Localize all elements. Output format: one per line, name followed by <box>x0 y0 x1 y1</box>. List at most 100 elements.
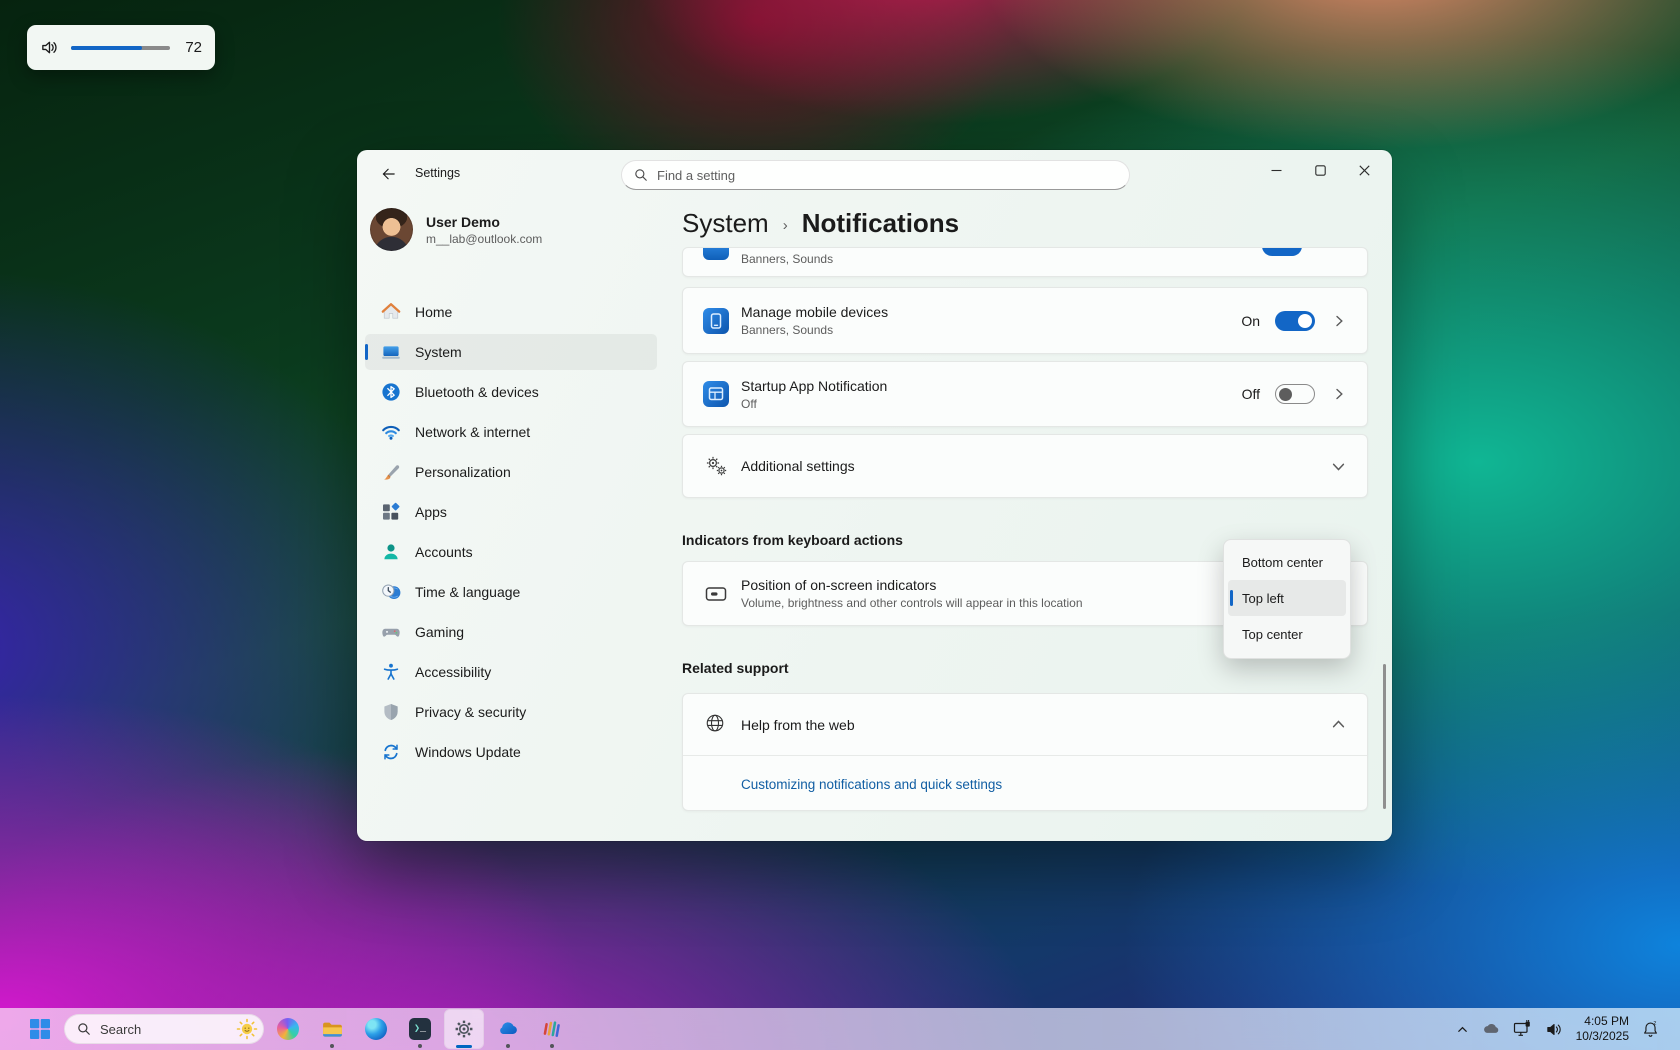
personalization-brush-icon <box>381 462 401 482</box>
privacy-shield-icon <box>381 702 401 722</box>
taskbar-app-file-explorer[interactable] <box>312 1009 352 1049</box>
sidebar-item-accessibility[interactable]: Accessibility <box>365 654 657 690</box>
sidebar-item-gaming[interactable]: Gaming <box>365 614 657 650</box>
sidebar-item-label: Time & language <box>415 584 520 600</box>
sidebar-item-label: Apps <box>415 504 447 520</box>
find-setting-placeholder: Find a setting <box>657 168 735 183</box>
startup-app-toggle[interactable] <box>1275 384 1315 404</box>
chevron-right-icon[interactable] <box>1333 388 1345 400</box>
dropdown-option-top-left[interactable]: Top left <box>1228 580 1346 616</box>
settings-window: Settings Find a setting U <box>357 150 1392 841</box>
accounts-person-icon <box>381 542 401 562</box>
close-button[interactable] <box>1342 150 1386 190</box>
taskbar-app-onedrive[interactable] <box>488 1009 528 1049</box>
windows-logo-icon <box>29 1018 51 1040</box>
windows-update-icon <box>381 742 401 762</box>
onedrive-cloud-icon <box>496 1017 520 1041</box>
manage-mobile-toggle[interactable] <box>1275 311 1315 331</box>
minimize-button[interactable] <box>1254 150 1298 190</box>
sidebar-nav: Home System Bluetooth & devices Network … <box>365 294 657 770</box>
tray-onedrive-paused-icon[interactable] <box>1481 1019 1501 1039</box>
section-header-indicators: Indicators from keyboard actions <box>682 532 903 548</box>
tray-notification-bell-icon[interactable]: z <box>1641 1020 1660 1039</box>
breadcrumb-separator-icon: › <box>783 213 788 234</box>
sidebar-item-time-language[interactable]: Time & language <box>365 574 657 610</box>
sidebar-item-system[interactable]: System <box>365 334 657 370</box>
divider <box>683 755 1367 756</box>
taskbar-app-insider[interactable] <box>532 1009 572 1049</box>
chevron-right-icon[interactable] <box>1333 315 1345 327</box>
tray-time: 4:05 PM <box>1576 1014 1629 1029</box>
sidebar-item-label: Windows Update <box>415 744 521 760</box>
row-title: Additional settings <box>741 458 1332 474</box>
manage-mobile-devices-row[interactable]: Manage mobile devices Banners, Sounds On <box>682 287 1368 354</box>
tray-clock[interactable]: 4:05 PM 10/3/2025 <box>1576 1014 1629 1044</box>
weather-sun-icon <box>236 1018 258 1040</box>
sidebar-item-bluetooth-devices[interactable]: Bluetooth & devices <box>365 374 657 410</box>
dropdown-option-top-center[interactable]: Top center <box>1228 616 1346 652</box>
system-icon <box>381 342 401 362</box>
sidebar-item-label: Gaming <box>415 624 464 640</box>
startup-app-notification-row[interactable]: Startup App Notification Off Off <box>682 361 1368 427</box>
time-language-icon <box>381 582 401 602</box>
find-setting-searchbox[interactable]: Find a setting <box>621 160 1130 190</box>
sidebar-item-privacy-security[interactable]: Privacy & security <box>365 694 657 730</box>
notification-row-partial[interactable]: Banners, Sounds <box>682 247 1368 277</box>
sidebar-item-windows-update[interactable]: Windows Update <box>365 734 657 770</box>
dropdown-option-bottom-center[interactable]: Bottom center <box>1228 544 1346 580</box>
system-tray: 4:05 PM 10/3/2025 z <box>1456 1008 1680 1050</box>
scrollbar-thumb[interactable] <box>1383 664 1386 809</box>
chevron-down-icon[interactable] <box>1332 460 1345 473</box>
accessibility-person-icon <box>381 662 401 682</box>
tray-chevron-up-icon[interactable] <box>1456 1023 1469 1036</box>
sidebar-item-apps[interactable]: Apps <box>365 494 657 530</box>
volume-slider[interactable] <box>71 46 170 50</box>
apps-icon <box>381 502 401 522</box>
volume-slider-fill <box>71 46 142 50</box>
volume-value: 72 <box>182 39 202 56</box>
tray-speaker-icon[interactable] <box>1545 1020 1564 1039</box>
sidebar-item-accounts[interactable]: Accounts <box>365 534 657 570</box>
file-explorer-icon <box>321 1018 344 1041</box>
breadcrumb-parent[interactable]: System <box>682 208 769 239</box>
titlebar[interactable]: Settings Find a setting <box>357 150 1392 196</box>
gaming-gamepad-icon <box>381 622 401 642</box>
start-button[interactable] <box>22 1011 58 1047</box>
startup-app-icon <box>703 381 729 407</box>
app-icon <box>703 247 729 260</box>
maximize-button[interactable] <box>1298 150 1342 190</box>
sidebar-item-personalization[interactable]: Personalization <box>365 454 657 490</box>
row-title: Startup App Notification <box>741 378 1242 394</box>
insider-stripes-icon <box>541 1018 563 1040</box>
sidebar-item-label: Privacy & security <box>415 704 526 720</box>
settings-sidebar: User Demo m__lab@outlook.com Home System <box>365 196 657 841</box>
help-from-web-card: Help from the web Customizing notificati… <box>682 693 1368 811</box>
help-link[interactable]: Customizing notifications and quick sett… <box>741 777 1002 792</box>
taskbar-search-box[interactable]: Search <box>64 1014 264 1044</box>
toggle-partial[interactable] <box>1262 247 1302 256</box>
account-card[interactable]: User Demo m__lab@outlook.com <box>370 208 542 251</box>
back-button[interactable] <box>373 160 403 188</box>
taskbar-app-copilot[interactable] <box>268 1009 308 1049</box>
row-title: Manage mobile devices <box>741 304 1241 320</box>
chevron-up-icon[interactable] <box>1332 718 1345 731</box>
avatar <box>370 208 413 251</box>
breadcrumb: System › Notifications <box>682 208 959 239</box>
additional-settings-expander[interactable]: Additional settings <box>682 434 1368 498</box>
bluetooth-icon <box>381 382 401 402</box>
page-title: Notifications <box>802 208 959 239</box>
taskbar-app-edge[interactable] <box>356 1009 396 1049</box>
help-from-web-expander[interactable]: Help from the web <box>683 694 1367 755</box>
sidebar-item-network-internet[interactable]: Network & internet <box>365 414 657 450</box>
taskbar-app-terminal[interactable]: ❯_ <box>400 1009 440 1049</box>
row-subtitle: Banners, Sounds <box>741 323 1241 337</box>
user-name: User Demo <box>426 214 542 230</box>
network-wifi-icon <box>381 422 401 442</box>
tray-network-icon[interactable] <box>1513 1019 1533 1039</box>
speaker-icon <box>40 38 59 57</box>
taskbar-search-label: Search <box>100 1022 227 1037</box>
search-icon <box>77 1022 91 1036</box>
taskbar-app-settings[interactable] <box>444 1009 484 1049</box>
back-arrow-icon <box>381 167 396 181</box>
sidebar-item-home[interactable]: Home <box>365 294 657 330</box>
